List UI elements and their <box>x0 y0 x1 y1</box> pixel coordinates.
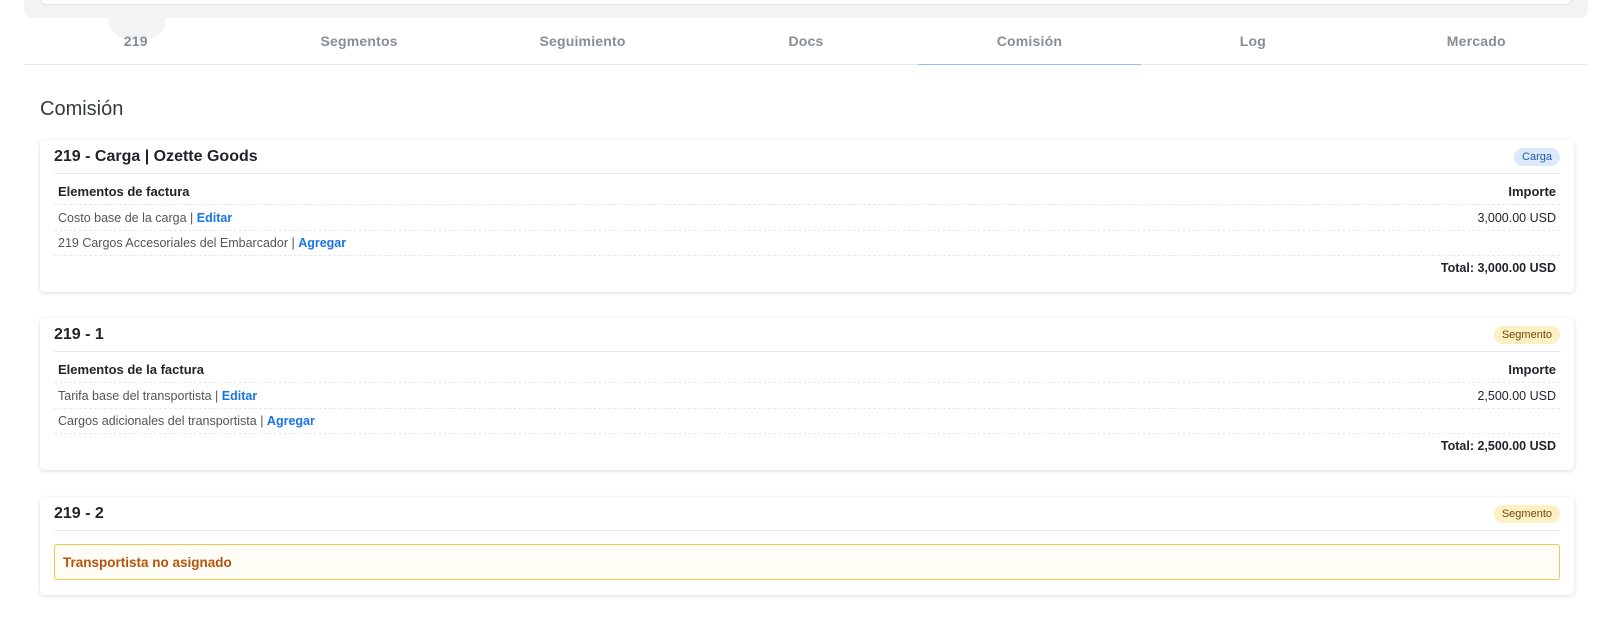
column-header-items: Elementos de la factura <box>58 362 204 377</box>
invoice-card-carga: 219 - Carga | Ozette Goods Carga Element… <box>40 140 1574 292</box>
tab-seguimiento[interactable]: Seguimiento <box>471 18 694 64</box>
column-header-amount: Importe <box>1508 184 1556 199</box>
card-header: 219 - 2 Segmento <box>54 497 1560 531</box>
top-panel <box>24 0 1588 18</box>
tab-comision[interactable]: Comisión <box>917 18 1142 65</box>
table-row: Tarifa base del transportista | Editar 2… <box>54 383 1560 409</box>
type-badge: Carga <box>1514 147 1560 166</box>
card-title: 219 - Carga | Ozette Goods <box>54 147 258 165</box>
edit-link[interactable]: Editar <box>197 211 232 225</box>
card-title: 219 - 2 <box>54 504 104 522</box>
column-header-amount: Importe <box>1508 362 1556 377</box>
row-label: 219 Cargos Accesoriales del Embarcador | <box>58 235 299 250</box>
page-title: Comisión <box>40 98 124 120</box>
tab-log[interactable]: Log <box>1141 18 1364 64</box>
tab-219[interactable]: 219 <box>24 18 247 64</box>
add-link[interactable]: Agregar <box>298 236 346 250</box>
tab-segmentos[interactable]: Segmentos <box>247 18 470 64</box>
unassigned-carrier-alert: Transportista no asignado <box>54 544 1560 580</box>
edit-link[interactable]: Editar <box>222 389 257 403</box>
table-header: Elementos de la factura Importe <box>54 357 1560 383</box>
total-amount: Total: 2,500.00 USD <box>1440 439 1556 453</box>
row-amount: 3,000.00 USD <box>1477 210 1556 225</box>
column-header-items: Elementos de factura <box>58 184 190 199</box>
row-label: Cargos adicionales del transportista | <box>58 413 267 428</box>
tab-docs[interactable]: Docs <box>694 18 917 64</box>
type-badge: Segmento <box>1493 504 1560 523</box>
table-row: Costo base de la carga | Editar 3,000.00… <box>54 205 1560 231</box>
table-header: Elementos de factura Importe <box>54 179 1560 205</box>
table-row: Cargos adicionales del transportista | A… <box>54 408 1560 434</box>
total-amount: Total: 3,000.00 USD <box>1440 261 1556 275</box>
card-title: 219 - 1 <box>54 325 104 343</box>
add-link[interactable]: Agregar <box>267 414 315 428</box>
row-label: Costo base de la carga | <box>58 210 197 225</box>
tab-mercado[interactable]: Mercado <box>1365 18 1588 64</box>
table-row: 219 Cargos Accesoriales del Embarcador |… <box>54 230 1560 256</box>
top-panel-field <box>40 0 1572 5</box>
total-row: Total: 2,500.00 USD <box>54 433 1560 459</box>
card-header: 219 - 1 Segmento <box>54 318 1560 352</box>
invoice-card-segment-1: 219 - 1 Segmento Elementos de la factura… <box>40 318 1574 470</box>
type-badge: Segmento <box>1493 325 1560 344</box>
row-label: Tarifa base del transportista | <box>58 388 222 403</box>
invoice-card-segment-2: 219 - 2 Segmento Transportista no asigna… <box>40 497 1574 595</box>
card-header: 219 - Carga | Ozette Goods Carga <box>54 140 1560 174</box>
total-row: Total: 3,000.00 USD <box>54 255 1560 281</box>
row-amount: 2,500.00 USD <box>1477 388 1556 403</box>
tab-bar: 219 Segmentos Seguimiento Docs Comisión … <box>24 18 1588 65</box>
